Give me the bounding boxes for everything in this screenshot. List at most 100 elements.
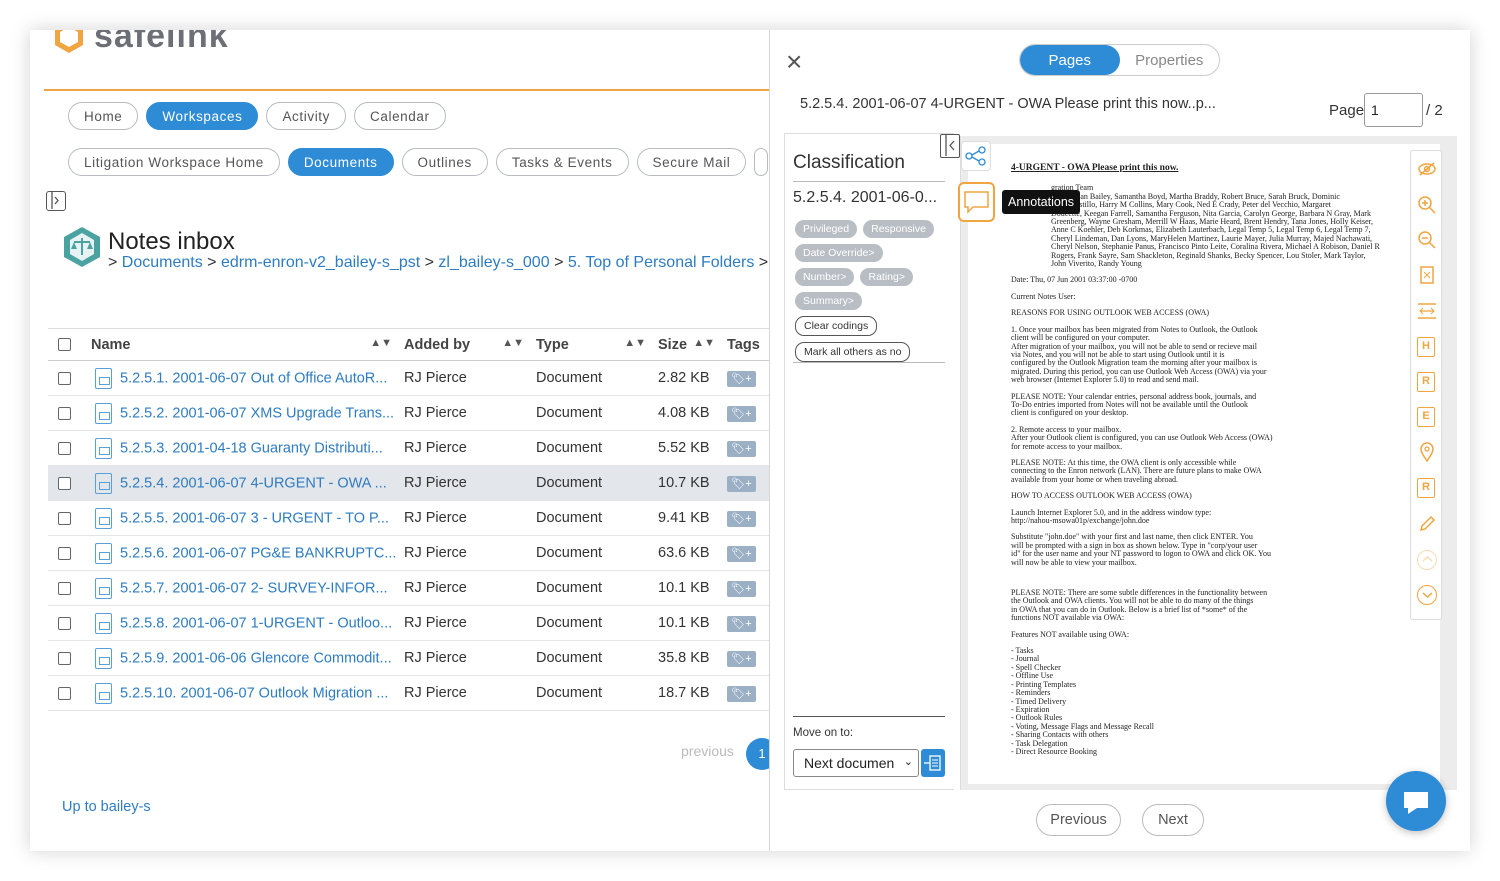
chip-date-override[interactable]: Date Override> <box>795 244 883 262</box>
add-tag-button[interactable]: 🏷+ <box>727 475 756 492</box>
add-tag-button[interactable]: 🏷+ <box>727 405 756 422</box>
share-icon[interactable] <box>961 141 991 171</box>
logo[interactable]: safelink <box>52 30 229 56</box>
tab-documents[interactable]: Documents <box>287 148 394 176</box>
page-number-input[interactable] <box>1364 93 1423 127</box>
previous-button[interactable]: Previous <box>1036 804 1121 836</box>
document-name-link[interactable]: 5.2.5.7. 2001-06-07 2- SURVEY-INFOR... <box>120 580 388 596</box>
pagination-previous[interactable]: previous <box>681 743 734 759</box>
hide-annotations-icon[interactable] <box>1417 159 1437 179</box>
table-row[interactable]: 5.2.5.3. 2001-04-18 Guaranty Distributi.… <box>48 430 770 466</box>
add-tag-button[interactable]: 🏷+ <box>727 545 756 562</box>
annotations-button[interactable] <box>958 182 995 222</box>
row-checkbox[interactable] <box>58 581 71 595</box>
pin-icon[interactable] <box>1417 442 1437 463</box>
review-tool-icon[interactable]: R <box>1417 478 1435 498</box>
tab-activity[interactable]: Activity <box>266 102 347 130</box>
row-checkbox[interactable] <box>58 686 71 700</box>
breadcrumb-link[interactable]: zl_bailey-s_000 <box>438 254 549 271</box>
next-button[interactable]: Next <box>1142 804 1204 836</box>
document-name-link[interactable]: 5.2.5.8. 2001-06-07 1-URGENT - Outloo... <box>120 615 392 631</box>
chevron-up-icon[interactable] <box>1417 550 1437 570</box>
tab-home[interactable]: Home <box>68 102 139 130</box>
add-tag-button[interactable]: 🏷+ <box>727 650 756 667</box>
document-name-link[interactable]: 5.2.5.10. 2001-06-07 Outlook Migration .… <box>120 685 388 701</box>
breadcrumb-link[interactable]: 5. Top of Personal Folders <box>568 254 754 271</box>
close-icon[interactable]: × <box>786 48 802 76</box>
sort-icon[interactable]: ▲▼ <box>370 337 392 349</box>
column-header-size[interactable]: Size ▲▼ <box>658 328 727 361</box>
row-checkbox[interactable] <box>58 476 71 490</box>
table-row[interactable]: 5.2.5.2. 2001-06-07 XMS Upgrade Trans...… <box>48 395 770 431</box>
row-checkbox[interactable] <box>58 406 71 420</box>
chip-number[interactable]: Number> <box>795 268 855 286</box>
document-name-link[interactable]: 5.2.5.1. 2001-06-07 Out of Office AutoR.… <box>120 370 387 386</box>
document-name-link[interactable]: 5.2.5.9. 2001-06-06 Glencore Commodit... <box>120 650 392 666</box>
chip-rating[interactable]: Rating> <box>860 268 913 286</box>
document-scrollbar[interactable] <box>1442 144 1453 784</box>
tab-secure-mail[interactable]: Secure Mail <box>636 148 747 176</box>
breadcrumb-link[interactable]: edrm-enron-v2_bailey-s_pst <box>221 254 420 271</box>
document-page-area[interactable]: 4-URGENT - OWA Please print this now. gr… <box>960 136 1457 790</box>
document-name-link[interactable]: 5.2.5.6. 2001-06-07 PG&E BANKRUPTC... <box>120 545 396 561</box>
move-on-select[interactable]: Next documen ⌄ <box>793 749 919 777</box>
document-name-link[interactable]: 5.2.5.2. 2001-06-07 XMS Upgrade Trans... <box>120 405 394 421</box>
column-header-added-by[interactable]: Added by ▲▼ <box>404 328 536 361</box>
chip-summary[interactable]: Summary> <box>795 292 863 310</box>
tab-calendar[interactable]: Calendar <box>354 102 446 130</box>
chip-privileged[interactable]: Privileged <box>795 220 858 238</box>
select-all-checkbox[interactable] <box>58 338 71 352</box>
table-row[interactable]: 5.2.5.5. 2001-06-07 3 - URGENT - TO P...… <box>48 500 770 536</box>
table-row[interactable]: 5.2.5.6. 2001-06-07 PG&E BANKRUPTC... RJ … <box>48 535 770 571</box>
table-row[interactable]: 5.2.5.10. 2001-06-07 Outlook Migration .… <box>48 675 770 711</box>
table-row[interactable]: 5.2.5.4. 2001-06-07 4-URGENT - OWA ... RJ… <box>48 465 770 501</box>
table-row[interactable]: 5.2.5.1. 2001-06-07 Out of Office AutoR.… <box>48 360 770 396</box>
highlight-tool-icon[interactable]: H <box>1417 337 1435 357</box>
tab-workspaces[interactable]: Workspaces <box>146 102 259 130</box>
add-tag-button[interactable]: 🏷+ <box>727 685 756 702</box>
row-checkbox[interactable] <box>58 511 71 525</box>
sort-icon[interactable]: ▲▼ <box>624 337 646 349</box>
document-name-link[interactable]: 5.2.5.3. 2001-04-18 Guaranty Distributi.… <box>120 440 383 456</box>
chevron-down-icon[interactable] <box>1417 585 1437 605</box>
add-tag-button[interactable]: 🏷+ <box>727 580 756 597</box>
chat-button[interactable] <box>1386 771 1446 831</box>
add-tag-button[interactable]: 🏷+ <box>727 510 756 527</box>
mark-all-others-button[interactable]: Mark all others as no <box>795 342 911 362</box>
row-checkbox[interactable] <box>58 546 71 560</box>
add-tag-button[interactable]: 🏷+ <box>727 370 756 387</box>
fit-width-icon[interactable] <box>1417 301 1437 321</box>
table-row[interactable]: 5.2.5.7. 2001-06-07 2- SURVEY-INFOR... RJ… <box>48 570 770 606</box>
redact-tool-icon[interactable]: R <box>1417 372 1435 392</box>
tab-more[interactable] <box>754 148 769 176</box>
document-name-link[interactable]: 5.2.5.5. 2001-06-07 3 - URGENT - TO P... <box>120 510 389 526</box>
tab-properties[interactable]: Properties <box>1120 45 1220 75</box>
column-header-name[interactable]: Name ▲▼ <box>91 328 404 361</box>
tab-litigation-home[interactable]: Litigation Workspace Home <box>68 148 280 176</box>
document-name-link[interactable]: 5.2.5.4. 2001-06-07 4-URGENT - OWA ... <box>120 475 387 491</box>
zoom-in-icon[interactable] <box>1417 195 1437 215</box>
sort-icon[interactable]: ▲▼ <box>502 337 524 349</box>
row-checkbox[interactable] <box>58 441 71 455</box>
row-checkbox[interactable] <box>58 616 71 630</box>
pencil-icon[interactable] <box>1417 514 1437 534</box>
table-row[interactable]: 5.2.5.8. 2001-06-07 1-URGENT - Outloo...… <box>48 605 770 641</box>
add-tag-button[interactable]: 🏷+ <box>727 615 756 632</box>
tab-tasks-events[interactable]: Tasks & Events <box>495 148 629 176</box>
chip-responsive[interactable]: Responsive <box>863 220 934 238</box>
clear-codings-button[interactable]: Clear codings <box>795 316 878 336</box>
collapse-panel-icon[interactable] <box>940 134 960 158</box>
tab-pages[interactable]: Pages <box>1020 45 1120 75</box>
fit-page-icon[interactable] <box>1417 265 1437 285</box>
move-on-go-button[interactable] <box>921 749 945 777</box>
breadcrumb-link[interactable]: Documents <box>122 254 203 271</box>
tab-outlines[interactable]: Outlines <box>401 148 488 176</box>
add-tag-button[interactable]: 🏷+ <box>727 440 756 457</box>
row-checkbox[interactable] <box>58 371 71 385</box>
table-row[interactable]: 5.2.5.9. 2001-06-06 Glencore Commodit...… <box>48 640 770 676</box>
row-checkbox[interactable] <box>58 651 71 665</box>
column-header-type[interactable]: Type ▲▼ <box>536 328 658 361</box>
up-folder-link[interactable]: Up to bailey-s <box>62 799 151 815</box>
sort-icon[interactable]: ▲▼ <box>693 337 715 349</box>
zoom-out-icon[interactable] <box>1417 230 1437 250</box>
